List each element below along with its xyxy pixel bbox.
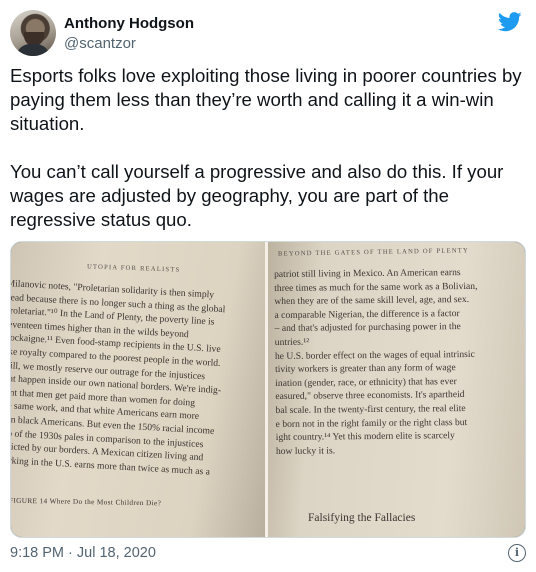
author-name[interactable]: Anthony Hodgson — [64, 15, 194, 32]
text-line: how lucky it is. — [275, 445, 336, 457]
avatar[interactable] — [10, 10, 56, 56]
text-line: bal scale. In the twenty-first century, … — [275, 402, 466, 416]
avatar-shirt — [16, 44, 50, 56]
page-footer: Falsifying the Fallacies — [308, 512, 416, 524]
book-page-left: UTOPIA FOR REALISTS Milanovic notes, "Pr… — [11, 242, 265, 537]
page-text: Milanovic notes, "Proletarian solidarity… — [11, 277, 227, 479]
twitter-bird-icon[interactable] — [498, 12, 522, 32]
running-head: BEYOND THE GATES OF THE LAND OF PLENTY — [277, 247, 470, 258]
tweet-photo[interactable]: UTOPIA FOR REALISTS Milanovic notes, "Pr… — [10, 241, 526, 538]
running-head: UTOPIA FOR REALISTS — [86, 263, 181, 274]
tweet-header: Anthony Hodgson @scantzor — [10, 10, 526, 58]
tweet-text: Esports folks love exploiting those livi… — [10, 64, 526, 232]
page-text: patriot still living in Mexico. An Ameri… — [274, 266, 479, 458]
info-icon[interactable]: i — [508, 544, 526, 562]
tweet-timestamp[interactable]: 9:18 PM · Jul 18, 2020 — [10, 545, 156, 561]
text-line: ight country.¹⁴ Yet this modern elite is… — [275, 430, 455, 444]
author-handle[interactable]: @scantzor — [64, 35, 136, 52]
book-page-right: BEYOND THE GATES OF THE LAND OF PLENTY p… — [268, 242, 525, 537]
tweet-paragraph: Esports folks love exploiting those livi… — [10, 65, 522, 134]
figure-caption: FIGURE 14 Where Do the Most Children Die… — [11, 496, 162, 508]
tweet-paragraph: You can’t call yourself a progressive an… — [10, 161, 504, 230]
text-line: – and that's adjusted for purchasing pow… — [274, 321, 461, 335]
